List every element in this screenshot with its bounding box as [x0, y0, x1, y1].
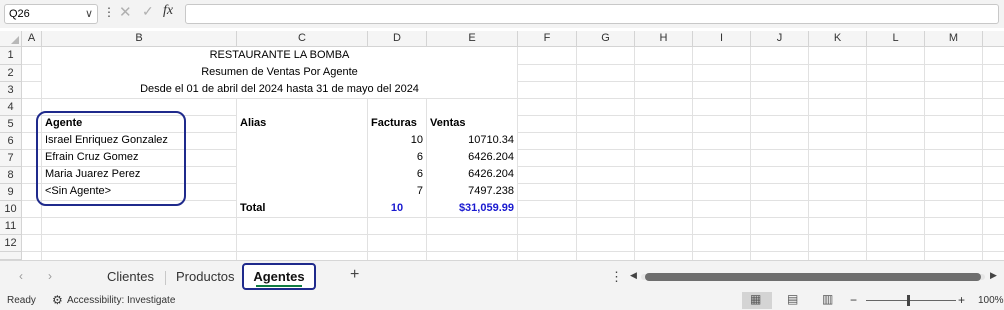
tab-clientes[interactable]: Clientes: [107, 269, 154, 284]
cell-invoices[interactable]: 6: [368, 166, 426, 183]
gridline: [750, 47, 751, 260]
column-header[interactable]: F: [518, 31, 577, 47]
row-header[interactable]: 12: [0, 235, 22, 252]
status-ready: Ready: [7, 295, 36, 306]
more-options-icon[interactable]: ⋮: [103, 5, 115, 19]
scroll-tabs-left-icon[interactable]: ‹: [19, 269, 23, 283]
accessibility-status[interactable]: Accessibility: Investigate: [67, 295, 175, 306]
gridline: [866, 47, 867, 260]
header-sales[interactable]: Ventas: [427, 115, 517, 132]
column-header[interactable]: G: [577, 31, 635, 47]
report-period[interactable]: Desde el 01 de abril del 2024 hasta 31 d…: [42, 81, 517, 98]
row-header[interactable]: 2: [0, 65, 22, 82]
row-header[interactable]: 6: [0, 133, 22, 150]
column-header[interactable]: J: [751, 31, 809, 47]
column-header[interactable]: K: [809, 31, 867, 47]
cell-alias[interactable]: [237, 149, 367, 166]
active-tab-indicator: [256, 285, 302, 287]
cell-sales[interactable]: 7497.238: [427, 183, 517, 200]
cell-alias[interactable]: [237, 183, 367, 200]
report-title[interactable]: RESTAURANTE LA BOMBA: [42, 47, 517, 64]
gridline: [692, 47, 693, 260]
column-header[interactable]: C: [237, 31, 368, 47]
cancel-icon[interactable]: ✕: [119, 3, 132, 21]
chevron-down-icon[interactable]: ∨: [85, 7, 93, 20]
zoom-in-icon[interactable]: +: [958, 293, 965, 307]
row-header-overflow: [0, 252, 22, 260]
report-subtitle[interactable]: Resumen de Ventas Por Agente: [42, 64, 517, 81]
formula-bar: Q26 ∨ ⋮ ✕ ✓ fx: [0, 0, 1004, 28]
row-header[interactable]: 11: [0, 218, 22, 235]
tab-agentes[interactable]: Agentes: [242, 263, 316, 290]
zoom-slider[interactable]: [866, 300, 956, 301]
cell-sales[interactable]: 6426.204: [427, 166, 517, 183]
zoom-slider-thumb[interactable]: [907, 295, 910, 306]
cell-invoices[interactable]: 6: [368, 149, 426, 166]
column-header-overflow: [983, 31, 1004, 47]
column-header[interactable]: L: [867, 31, 925, 47]
cell-invoices[interactable]: 7: [368, 183, 426, 200]
header-alias[interactable]: Alias: [237, 115, 367, 132]
sheet-tab-bar: ‹ › Clientes Productos Agentes + ⋮ ◀ ▶: [0, 260, 1004, 292]
gridline: [517, 47, 518, 260]
gridline: [808, 47, 809, 260]
select-all-corner[interactable]: [0, 31, 22, 47]
tab-agentes-label[interactable]: Agentes: [244, 269, 314, 284]
cell-invoices[interactable]: 10: [368, 132, 426, 149]
name-box-value[interactable]: Q26: [9, 8, 30, 20]
gridline: [576, 47, 577, 260]
tab-separator: [165, 271, 166, 285]
column-header[interactable]: A: [22, 31, 42, 47]
name-box[interactable]: Q26 ∨: [4, 4, 98, 24]
total-sales[interactable]: $31,059.99: [427, 200, 517, 217]
gridline: [634, 47, 635, 260]
page-break-preview-icon[interactable]: ▥: [822, 292, 833, 306]
column-header[interactable]: B: [42, 31, 237, 47]
cell-sales[interactable]: 10710.34: [427, 132, 517, 149]
insert-function-icon[interactable]: fx: [163, 3, 173, 19]
row-header[interactable]: 1: [0, 47, 22, 65]
zoom-level[interactable]: 100%: [978, 295, 1004, 306]
row-header[interactable]: 3: [0, 82, 22, 99]
scroll-tabs-right-icon[interactable]: ›: [48, 269, 52, 283]
column-header[interactable]: I: [693, 31, 751, 47]
column-header[interactable]: H: [635, 31, 693, 47]
total-label[interactable]: Total: [237, 200, 367, 217]
cell-sales[interactable]: 6426.204: [427, 149, 517, 166]
formula-input[interactable]: [185, 4, 999, 24]
row-header[interactable]: 9: [0, 184, 22, 201]
row-header[interactable]: 5: [0, 116, 22, 133]
cell-alias[interactable]: [237, 132, 367, 149]
accessibility-icon[interactable]: ⚙: [52, 293, 63, 307]
enter-icon[interactable]: ✓: [142, 3, 154, 20]
row-header[interactable]: 8: [0, 167, 22, 184]
row-header[interactable]: 4: [0, 99, 22, 116]
spreadsheet-grid[interactable]: A B C D E F G H I J K L M 1 2 3 4 5 6 7 …: [0, 31, 1004, 260]
row-header[interactable]: 7: [0, 150, 22, 167]
add-sheet-icon[interactable]: +: [350, 266, 359, 284]
total-invoices[interactable]: 10: [368, 200, 426, 217]
scroll-left-icon[interactable]: ◀: [630, 270, 637, 281]
header-invoices[interactable]: Facturas: [368, 115, 426, 132]
agent-column-highlight: [36, 111, 186, 206]
zoom-out-icon[interactable]: −: [850, 293, 857, 307]
cell-alias[interactable]: [237, 166, 367, 183]
column-header[interactable]: M: [925, 31, 983, 47]
normal-view-icon[interactable]: ▦: [750, 292, 761, 306]
scroll-right-icon[interactable]: ▶: [990, 270, 997, 281]
gridline: [22, 98, 1004, 99]
gridline: [982, 47, 983, 260]
gridline: [924, 47, 925, 260]
column-header[interactable]: D: [368, 31, 427, 47]
gridline: [22, 234, 1004, 235]
row-header[interactable]: 10: [0, 201, 22, 218]
tab-productos[interactable]: Productos: [176, 269, 235, 284]
tab-options-icon[interactable]: ⋮: [610, 269, 623, 285]
gridline: [22, 251, 1004, 252]
page-layout-view-icon[interactable]: ▤: [787, 292, 798, 306]
gridline: [22, 217, 1004, 218]
status-bar: Ready ⚙ Accessibility: Investigate ▦ ▤ ▥…: [0, 292, 1004, 310]
horizontal-scrollbar-thumb[interactable]: [645, 273, 981, 281]
column-header[interactable]: E: [427, 31, 518, 47]
